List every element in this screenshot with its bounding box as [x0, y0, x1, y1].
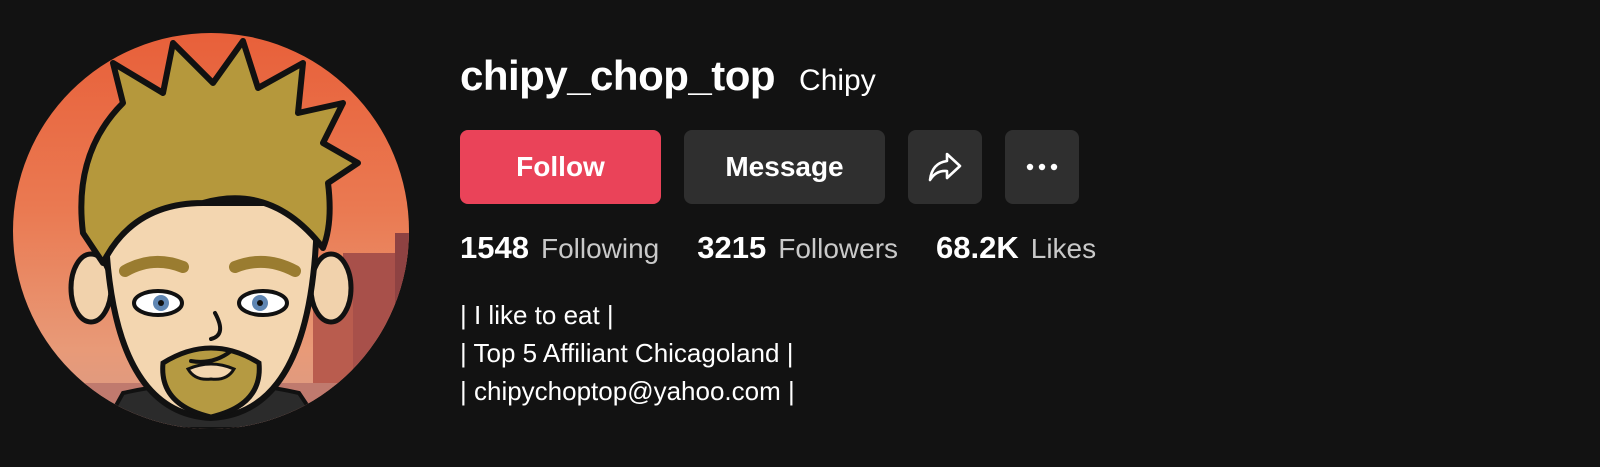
message-button[interactable]: Message — [684, 130, 885, 204]
cartoon-avatar-icon — [13, 33, 409, 429]
followers-label: Followers — [778, 233, 899, 264]
stat-likes: 68.2K Likes — [936, 230, 1096, 266]
more-button[interactable] — [1005, 130, 1079, 204]
name-row: chipy_chop_top Chipy — [460, 52, 876, 100]
nickname: Chipy — [799, 64, 876, 97]
following-label: Following — [540, 233, 660, 264]
more-icon — [1026, 163, 1058, 171]
profile-header: chipy_chop_top Chipy Follow Message 1548… — [0, 0, 1600, 467]
bio: | I like to eat | | Top 5 Affiliant Chic… — [460, 296, 795, 410]
bio-line: | chipychoptop@yahoo.com | — [460, 376, 795, 406]
bio-line: | I like to eat | — [460, 300, 614, 330]
followers-count: 3215 — [697, 230, 767, 265]
share-button[interactable] — [908, 130, 982, 204]
follow-button[interactable]: Follow — [460, 130, 661, 204]
username: chipy_chop_top — [460, 52, 776, 99]
avatar[interactable] — [13, 33, 409, 429]
share-icon — [928, 152, 962, 182]
following-count: 1548 — [460, 230, 529, 265]
likes-count: 68.2K — [936, 230, 1019, 265]
stat-followers[interactable]: 3215 Followers — [697, 230, 898, 266]
profile-stats: 1548 Following 3215 Followers 68.2K Like… — [460, 230, 1134, 266]
action-buttons: Follow Message — [460, 130, 1079, 204]
likes-label: Likes — [1030, 233, 1097, 264]
stat-following[interactable]: 1548 Following — [460, 230, 659, 266]
bio-line: | Top 5 Affiliant Chicagoland | — [460, 338, 794, 368]
